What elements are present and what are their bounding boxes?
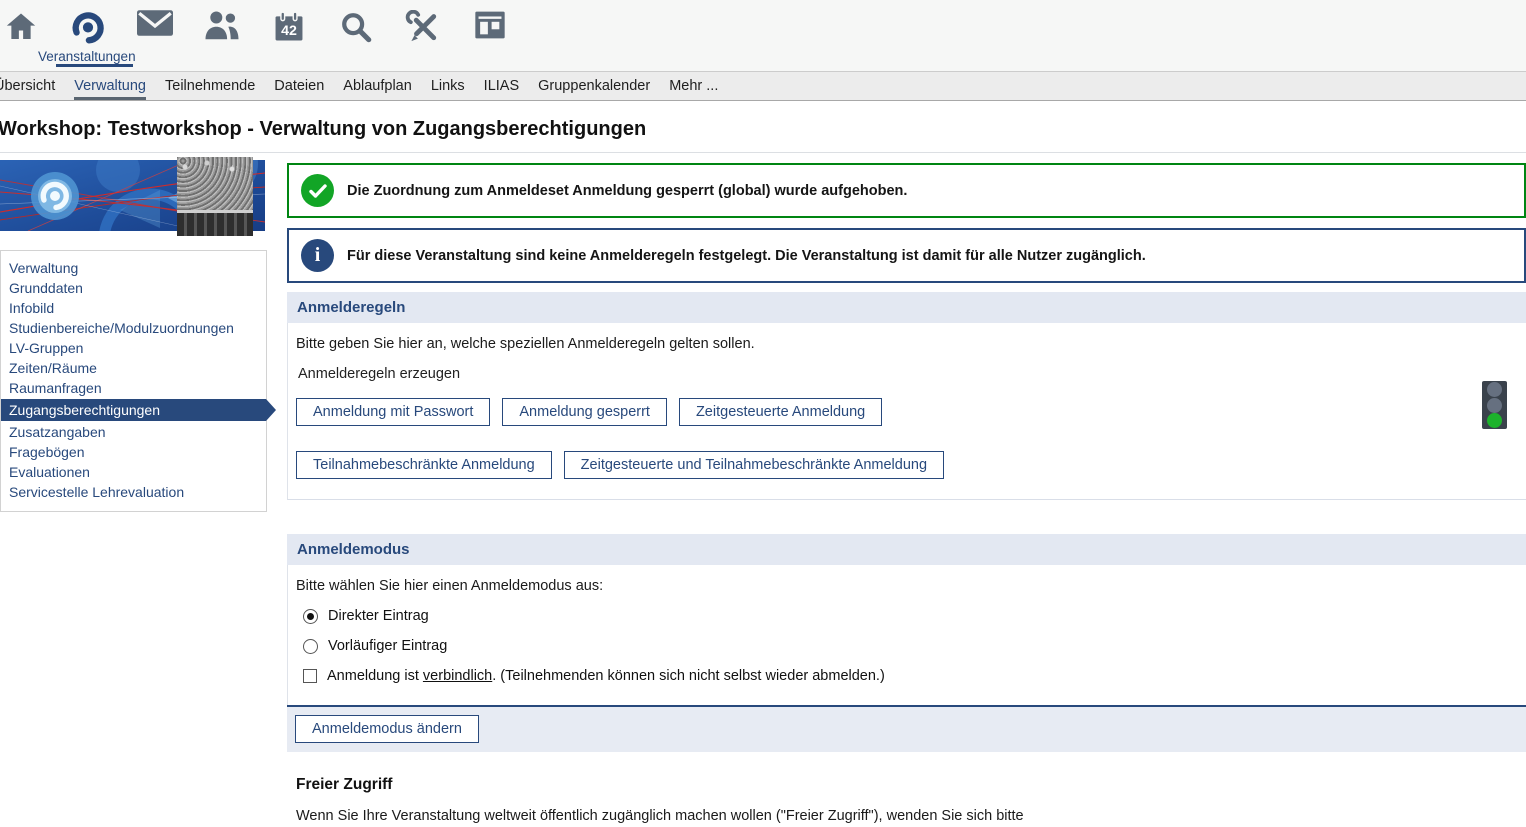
info-message-text: Für diese Veranstaltung sind keine Anmel… <box>347 248 1146 264</box>
anmelderegeln-create-label: Anmelderegeln erzeugen <box>298 366 1516 382</box>
anmeldemodus-footer: Anmeldemodus ändern <box>287 705 1526 752</box>
button-zeitgesteuerte-anmeldung[interactable]: Zeitgesteuerte Anmeldung <box>679 398 882 426</box>
anmelderegeln-intro: Bitte geben Sie hier an, welche speziell… <box>296 336 1516 352</box>
success-message-text: Die Zuordnung zum Anmeldeset Anmeldung g… <box>347 183 907 199</box>
verbindlich-tooltip-word: verbindlich <box>423 668 492 684</box>
sidebar: Verwaltung Grunddaten Infobild Studienbe… <box>0 157 267 512</box>
course-tabbar: Übersicht Verwaltung Teilnehmende Dateie… <box>0 71 1526 101</box>
calendar-icon[interactable]: 42 <box>270 10 308 46</box>
anmeldemodus-aendern-button[interactable]: Anmeldemodus ändern <box>295 715 479 743</box>
success-check-icon <box>301 174 334 207</box>
radio-row-vorlaeufiger-eintrag: Vorläufiger Eintrag <box>303 638 1516 654</box>
success-message: Die Zuordnung zum Anmeldeset Anmeldung g… <box>287 163 1526 218</box>
radio-direkter-eintrag-label: Direkter Eintrag <box>328 608 429 624</box>
sidebar-item-frageboegen[interactable]: Fragebögen <box>1 442 266 462</box>
active-tool-label[interactable]: Veranstaltungen <box>38 49 136 67</box>
radio-row-direkter-eintrag: Direkter Eintrag <box>303 608 1516 624</box>
page-title: Workshop: Testworkshop - Verwaltung von … <box>0 118 646 141</box>
checkbox-row-verbindlich: Anmeldung ist verbindlich. (Teilnehmende… <box>303 668 1516 684</box>
free-access-text: Wenn Sie Ihre Veranstaltung weltweit öff… <box>296 805 1031 827</box>
button-teilnahmebeschraenkte-anmeldung[interactable]: Teilnahmebeschränkte Anmeldung <box>296 451 552 479</box>
tab-mehr[interactable]: Mehr ... <box>669 72 718 100</box>
studip-events-icon[interactable] <box>69 10 107 46</box>
sidebar-item-servicestelle[interactable]: Servicestelle Lehrevaluation <box>1 482 266 502</box>
sidebar-item-zusatzangaben[interactable]: Zusatzangaben <box>1 422 266 442</box>
sidebar-item-zugangsberechtigungen[interactable]: Zugangsberechtigungen <box>1 399 266 421</box>
radio-vorlaeufiger-eintrag-label: Vorläufiger Eintrag <box>328 638 447 654</box>
sidebar-nav: Verwaltung Grunddaten Infobild Studienbe… <box>0 250 267 512</box>
tab-ablaufplan[interactable]: Ablaufplan <box>343 72 412 100</box>
section-anmelderegeln: Anmelderegeln Bitte geben Sie hier an, w… <box>287 292 1526 500</box>
tab-gruppenkalender[interactable]: Gruppenkalender <box>538 72 650 100</box>
tab-teilnehmende[interactable]: Teilnehmende <box>165 72 255 100</box>
tab-uebersicht[interactable]: Übersicht <box>0 72 55 100</box>
sidebar-item-evaluationen[interactable]: Evaluationen <box>1 462 266 482</box>
community-icon[interactable] <box>203 10 241 46</box>
tab-dateien[interactable]: Dateien <box>274 72 324 100</box>
free-access-block: Freier Zugriff Wenn Sie Ihre Veranstaltu… <box>287 776 1526 827</box>
anmeldemodus-intro: Bitte wählen Sie hier einen Anmeldemodus… <box>296 578 1516 594</box>
sidebar-item-studienbereiche[interactable]: Studienbereiche/Modulzuordnungen <box>1 318 266 338</box>
button-zeitgesteuerte-und-teilnahmebeschraenkte[interactable]: Zeitgesteuerte und Teilnahmebeschränkte … <box>564 451 944 479</box>
search-icon[interactable] <box>337 10 375 46</box>
button-anmeldung-gesperrt[interactable]: Anmeldung gesperrt <box>502 398 667 426</box>
button-anmeldung-mit-passwort[interactable]: Anmeldung mit Passwort <box>296 398 490 426</box>
checkbox-verbindlich-label: Anmeldung ist verbindlich. (Teilnehmende… <box>327 668 885 684</box>
radio-direkter-eintrag[interactable] <box>303 609 318 624</box>
free-access-heading: Freier Zugriff <box>296 776 1526 794</box>
title-divider <box>0 152 1526 153</box>
section-anmelderegeln-header: Anmelderegeln <box>287 292 1526 323</box>
sidebar-item-grunddaten[interactable]: Grunddaten <box>1 278 266 298</box>
radio-vorlaeufiger-eintrag[interactable] <box>303 639 318 654</box>
calendar-week-number: 42 <box>281 23 297 39</box>
checkbox-anmeldung-verbindlich[interactable] <box>303 669 317 683</box>
sidebar-item-raumanfragen[interactable]: Raumanfragen <box>1 378 266 398</box>
sidebar-item-verwaltung[interactable]: Verwaltung <box>1 258 266 278</box>
course-photo <box>177 157 253 236</box>
section-anmeldemodus: Anmeldemodus Bitte wählen Sie hier einen… <box>287 534 1526 752</box>
traffic-light-yellow-off <box>1487 398 1502 413</box>
tab-verwaltung[interactable]: Verwaltung <box>74 72 146 100</box>
tab-links[interactable]: Links <box>431 72 465 100</box>
tools-icon[interactable] <box>404 10 442 46</box>
section-anmeldemodus-header: Anmeldemodus <box>287 534 1526 565</box>
top-toolbar: 42 Veranstaltungen <box>0 0 1526 71</box>
tab-ilias[interactable]: ILIAS <box>484 72 519 100</box>
sidebar-item-zeiten-raeume[interactable]: Zeiten/Räume <box>1 358 266 378</box>
info-message: i Für diese Veranstaltung sind keine Anm… <box>287 228 1526 283</box>
traffic-light-green-on <box>1487 413 1502 428</box>
access-traffic-light-icon <box>1482 381 1507 429</box>
main-content: Die Zuordnung zum Anmeldeset Anmeldung g… <box>287 157 1526 827</box>
board-icon[interactable] <box>471 10 509 46</box>
course-banner <box>0 157 267 237</box>
sidebar-item-infobild[interactable]: Infobild <box>1 298 266 318</box>
info-icon: i <box>301 239 334 272</box>
mail-icon[interactable] <box>136 10 174 46</box>
home-icon[interactable] <box>2 10 40 46</box>
sidebar-item-lv-gruppen[interactable]: LV-Gruppen <box>1 338 266 358</box>
traffic-light-red-off <box>1487 382 1502 397</box>
